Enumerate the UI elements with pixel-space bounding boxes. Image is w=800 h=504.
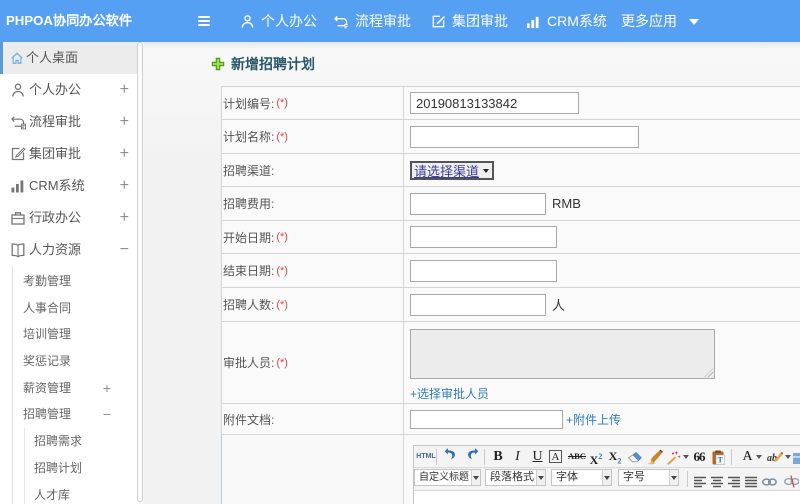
svg-text:ab: ab xyxy=(767,453,777,464)
svg-text:T: T xyxy=(718,456,724,465)
